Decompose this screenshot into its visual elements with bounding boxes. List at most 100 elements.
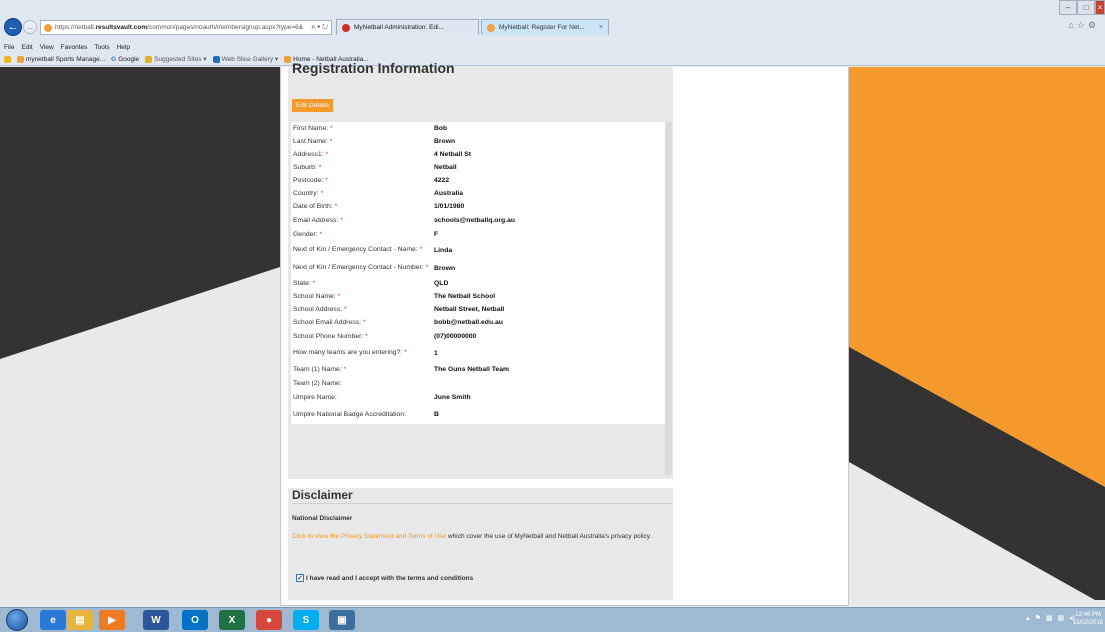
field-value: Linda — [434, 246, 453, 254]
registration-row: Gender: * F — [291, 228, 665, 241]
tray-icon[interactable]: ▩ — [1046, 614, 1053, 622]
required-marker: * — [330, 124, 333, 132]
details-scrollbar[interactable] — [665, 122, 672, 475]
registration-row: State: * QLD — [291, 277, 665, 290]
close-window-button[interactable]: × — [1095, 0, 1105, 15]
favorites-bar: mynetball Sports Manage... G Google Sugg… — [0, 53, 1105, 65]
tab-mynetball-admin[interactable]: MyNetball Administration: Edi... — [336, 19, 479, 35]
menu-tools[interactable]: Tools — [94, 44, 109, 51]
start-button[interactable] — [6, 609, 28, 631]
clock-date: 15/02/2016 — [1072, 620, 1103, 626]
accept-terms-checkbox[interactable]: ✓ — [296, 574, 304, 582]
field-label: Suburb: * — [293, 163, 322, 171]
skype-taskbar-icon[interactable]: S — [293, 610, 319, 630]
field-label: School Email Address: * — [293, 318, 366, 326]
url-text: https://netball.resultsvault.com/common/… — [55, 24, 304, 31]
clock-time: 12:46 PM — [1075, 612, 1101, 618]
registration-row: Next of Kin / Emergency Contact - Name: … — [291, 241, 665, 259]
required-marker: * — [362, 318, 366, 326]
field-label: Gender: * — [293, 230, 323, 238]
tab-title: MyNetball: Register For Net... — [499, 24, 585, 31]
registration-row: School Phone Number: * (07)00000000 — [291, 329, 665, 344]
mynetball-icon — [17, 55, 24, 63]
field-label: School Name: * — [293, 292, 341, 300]
field-value: Netball Street, Netball — [434, 306, 505, 313]
back-button[interactable]: ← — [4, 18, 22, 36]
fav-mynetball[interactable]: mynetball Sports Manage... — [17, 55, 105, 63]
required-marker: * — [404, 349, 407, 356]
registration-row: How many teams are you entering?: * 1 — [291, 344, 665, 362]
registration-row: Umpire National Badge Accreditation: B — [291, 405, 665, 424]
chrome-taskbar-icon[interactable]: ● — [256, 610, 282, 630]
field-value: Brown — [434, 138, 456, 145]
tray-icon[interactable]: ▴ — [1026, 614, 1030, 622]
disclaimer-text: Click to view the Privacy Statement and … — [292, 532, 667, 542]
field-value: Netball — [434, 164, 457, 171]
menu-bar: File Edit View Favorites Tools Help — [0, 42, 1105, 52]
tab-register-netball[interactable]: MyNetball: Register For Net... × — [481, 19, 609, 35]
maximize-button[interactable]: □ — [1077, 0, 1095, 15]
excel-taskbar-icon[interactable]: X — [219, 610, 245, 630]
registration-row: School Name: * The Netball School — [291, 290, 665, 303]
minimize-button[interactable]: – — [1059, 0, 1077, 15]
field-value: (07)00000000 — [434, 333, 477, 340]
google-icon: G — [111, 55, 117, 63]
forward-button[interactable]: → — [23, 20, 37, 34]
national-disclaimer-label: National Disclaimer — [292, 515, 353, 522]
required-marker: * — [425, 264, 429, 271]
menu-help[interactable]: Help — [117, 44, 130, 51]
word-taskbar-icon[interactable]: W — [143, 610, 169, 630]
field-label: State: * — [293, 279, 316, 287]
registration-heading: Registration Information — [292, 60, 455, 76]
field-value: F — [434, 231, 439, 238]
field-value: The Guns Netball Team — [434, 366, 510, 373]
required-marker: * — [312, 279, 316, 287]
explorer-taskbar-icon[interactable]: ▤ — [67, 610, 93, 630]
field-label: First Name: * — [293, 124, 333, 132]
field-value: Brown — [434, 264, 456, 272]
disclaimer-text-rest: which cover the use of MyNetball and Net… — [446, 533, 652, 540]
outlook-taskbar-icon[interactable]: O — [182, 610, 208, 630]
field-label: Next of Kin / Emergency Contact - Number… — [293, 264, 429, 271]
favorites-star-icon[interactable] — [4, 55, 11, 63]
field-label: Umpire National Badge Accreditation: — [293, 410, 406, 418]
fav-suggested-sites[interactable]: Suggested Sites ▾ — [145, 55, 207, 63]
home-favorites-icons[interactable]: ⌂☆⚙ — [1068, 20, 1099, 31]
required-marker: * — [340, 216, 343, 224]
registration-row: School Address: * Netball Street, Netball — [291, 303, 665, 316]
tray-icon[interactable]: ▦ — [1058, 614, 1065, 622]
field-value: bobb@netball.edu.au — [434, 319, 503, 326]
disclaimer-heading: Disclaimer — [292, 488, 673, 504]
privacy-terms-link[interactable]: Click to view the Privacy Statement and … — [292, 533, 446, 540]
system-clock[interactable]: 12:46 PM 15/02/2016 — [1073, 611, 1103, 627]
windows-taskbar: e ▤ ▶ W O X ● S ▣ ▴ ⚑ ▩ ▦ ◂) 12:46 PM 15/02/2016 — [0, 607, 1105, 632]
tray-icon[interactable]: ⚑ — [1035, 614, 1041, 622]
accept-terms-row[interactable]: ✓ I have read and I accept with the term… — [296, 574, 473, 582]
browser-chrome: – □ × ← → https://netball.resultsvault.c… — [0, 0, 1105, 66]
required-marker: * — [318, 163, 322, 171]
menu-favorites[interactable]: Favorites — [61, 44, 88, 51]
field-value: Australia — [434, 190, 464, 197]
field-label: Umpire Name: — [293, 393, 337, 401]
registration-details-table: First Name: * Bob Last Name: * Brown Address… — [291, 122, 665, 424]
fav-google[interactable]: G Google — [111, 56, 139, 63]
fav-web-slice-gallery[interactable]: Web Slice Gallery ▾ — [212, 55, 278, 63]
required-marker: * — [329, 137, 333, 145]
registration-row: Country: * Australia — [291, 187, 665, 200]
registration-row: Suburb: * Netball — [291, 161, 665, 174]
ie-taskbar-icon[interactable]: e — [40, 610, 66, 630]
registration-row: Address1: * 4 Netball St — [291, 148, 665, 161]
registration-row: Next of Kin / Emergency Contact - Number… — [291, 259, 665, 277]
address-row: ← → https://netball.resultsvault.com/com… — [0, 16, 1105, 38]
address-tools[interactable]: ⌕ ▾ ↻ — [311, 24, 328, 32]
photos-taskbar-icon[interactable]: ▣ — [329, 610, 355, 630]
media-player-taskbar-icon[interactable]: ▶ — [99, 610, 125, 630]
menu-view[interactable]: View — [40, 44, 54, 51]
edit-details-button[interactable]: Edit Details — [292, 99, 333, 112]
tab-close-icon[interactable]: × — [596, 24, 603, 31]
address-bar[interactable]: https://netball.resultsvault.com/common/… — [40, 20, 332, 35]
menu-edit[interactable]: Edit — [21, 44, 32, 51]
menu-file[interactable]: File — [4, 44, 14, 51]
field-value: schools@netballq.org.au — [434, 217, 516, 224]
accept-terms-label: I have read and I accept with the terms … — [306, 574, 474, 582]
